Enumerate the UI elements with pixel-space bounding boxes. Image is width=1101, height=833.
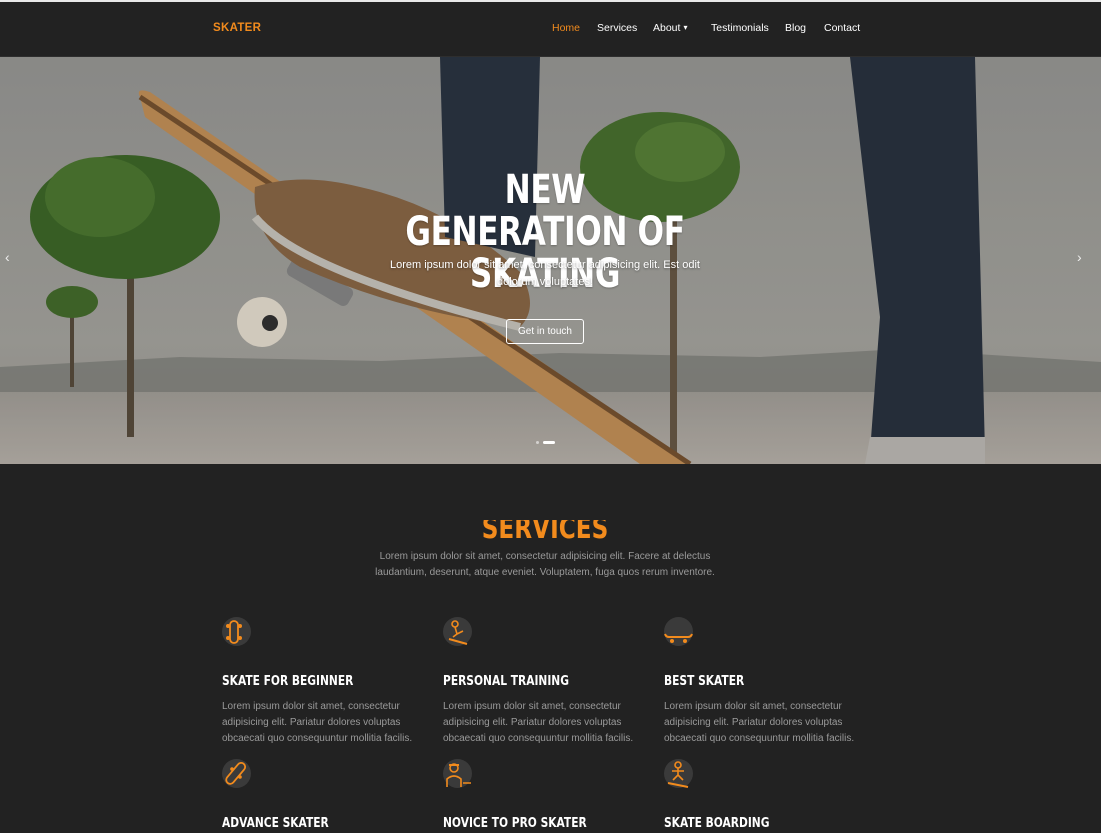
service-title: NOVICE TO PRO SKATER [443,816,587,831]
chevron-down-icon: ▾ [683,23,688,32]
services-subtitle: Lorem ipsum dolor sit amet, consectetur … [375,551,715,578]
service-title: PERSONAL TRAINING [443,674,569,689]
service-title: ADVANCE SKATER [222,816,329,831]
service-card: SKATE FOR BEGINNER Lorem ipsum dolor sit… [222,617,422,747]
service-title: SKATE BOARDING [664,816,770,831]
skateboard-side-icon [664,617,693,646]
service-title: BEST SKATER [664,674,745,689]
services-title-clip [0,512,1101,520]
skater-person-icon [443,759,472,788]
service-card: ADVANCE SKATER [222,759,422,833]
slider-dot-1[interactable] [536,441,539,444]
service-title: SKATE FOR BEGINNER [222,674,354,689]
skater-jump-icon [443,617,472,646]
skateboard-tilted-icon [222,759,251,788]
hero-title-line1: NEW GENERATION OF [405,167,685,255]
hero-subtitle: Lorem ipsum dolor sit amet, consectetur … [390,259,700,288]
slider-next-arrow[interactable]: › [1077,249,1082,265]
service-card: NOVICE TO PRO SKATER [443,759,643,833]
nav-menu: Home Services About ▾ Testimonials Blog C… [0,22,1101,36]
hero-slider: ‹ › NEW GENERATION OF SKATING Lorem ipsu… [0,57,1101,464]
service-card: PERSONAL TRAINING Lorem ipsum dolor sit … [443,617,643,747]
slider-prev-arrow[interactable]: ‹ [5,249,10,265]
service-text: Lorem ipsum dolor sit amet, consectetur … [222,701,413,744]
nav-about-label: About [653,22,681,34]
get-in-touch-button[interactable]: Get in touch [506,319,584,344]
nav-home[interactable]: Home [552,22,580,34]
service-card: SKATE BOARDING [664,759,864,833]
navbar: SKATER Home Services About ▾ Testimonials… [0,2,1101,57]
nav-testimonials[interactable]: Testimonials [711,22,769,34]
nav-contact[interactable]: Contact [824,22,860,34]
nav-about[interactable]: About ▾ [653,22,687,34]
slider-dot-2[interactable] [543,441,555,444]
skateboard-top-icon [222,617,251,646]
service-card: BEST SKATER Lorem ipsum dolor sit amet, … [664,617,864,747]
nav-services[interactable]: Services [597,22,637,34]
service-text: Lorem ipsum dolor sit amet, consectetur … [443,701,634,744]
nav-blog[interactable]: Blog [785,22,806,34]
skater-trick-icon [664,759,693,788]
service-text: Lorem ipsum dolor sit amet, consectetur … [664,701,855,744]
